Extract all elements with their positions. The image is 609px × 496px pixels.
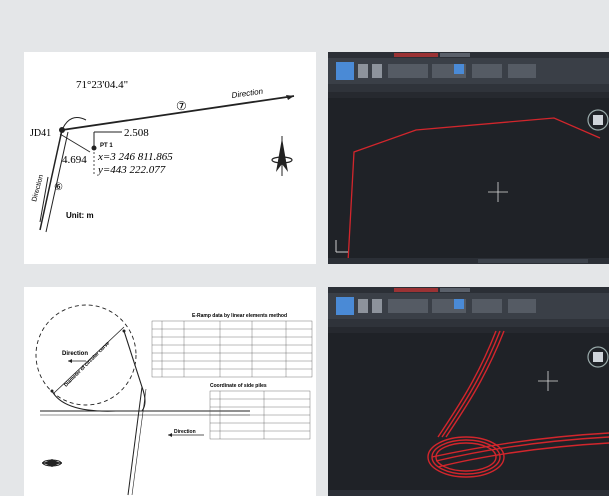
cad-screen-top	[328, 52, 609, 264]
cad-tab[interactable]	[440, 53, 470, 57]
circle-6-label: ⑥	[54, 182, 63, 193]
cad-ribbon-button-draw[interactable]	[336, 62, 354, 80]
cad-tab-active[interactable]	[394, 288, 438, 292]
cad-file-tabs	[328, 327, 609, 333]
cad-ribbon-group[interactable]	[472, 64, 502, 78]
cad-panel-bar	[328, 84, 609, 92]
unit-label: Unit: m	[66, 211, 94, 220]
side-piles-title: Coordinate of side piles	[210, 383, 267, 389]
survey-diagram: 71°23'04.4" ⑦ Direction JD41 2.508 PT 1 …	[30, 79, 295, 233]
direction-label-left: Direction	[31, 174, 45, 203]
ramp-diagram: Direction Direction Diameter of circular…	[35, 304, 313, 496]
cad-ribbon-button[interactable]	[372, 64, 382, 78]
ramp-data-table	[151, 320, 313, 378]
cad-window-bottom	[328, 287, 609, 496]
ramp-road	[127, 386, 143, 496]
cad-ribbon-group[interactable]	[508, 64, 536, 78]
cad-file-tabs	[328, 92, 609, 98]
cad-ribbon-group[interactable]	[508, 299, 536, 313]
table-title: E-Ramp data by linear elements method	[192, 313, 287, 319]
survey-diagram-panel: 71°23'04.4" ⑦ Direction JD41 2.508 PT 1 …	[24, 52, 316, 264]
cad-ribbon-group[interactable]	[388, 64, 428, 78]
direction-label-top: Direction	[231, 87, 264, 100]
cad-tab[interactable]	[440, 288, 470, 292]
viewcube-face[interactable]	[593, 352, 603, 362]
ramp-alignment	[51, 330, 146, 412]
pt-label: PT 1	[100, 143, 113, 149]
cad-ramp-drawing	[427, 330, 609, 478]
cad-status-bar	[328, 490, 609, 496]
cad-ribbon-button[interactable]	[358, 299, 368, 313]
cad-tab-active[interactable]	[394, 53, 438, 57]
arrowhead-direction-a	[68, 359, 72, 363]
north-arrow-icon	[271, 136, 293, 176]
angle-label: 71°23'04.4"	[76, 79, 128, 91]
curve-point	[50, 389, 54, 393]
distance-label: 4.694	[62, 154, 87, 166]
north-arrow-icon-2	[42, 459, 62, 467]
direction-label-a: Direction	[62, 351, 88, 357]
ramp-road-edge	[131, 388, 147, 496]
viewcube-face[interactable]	[593, 115, 603, 125]
cad-ribbon	[328, 58, 609, 84]
cad-ribbon-button-draw[interactable]	[336, 297, 354, 315]
curve-point	[122, 329, 126, 333]
cad-status-buttons[interactable]	[478, 259, 588, 263]
cad-ribbon-button[interactable]	[358, 64, 368, 78]
arrowhead-direction-b	[168, 433, 172, 437]
x-coordinate: x=3 246 811.865	[97, 151, 173, 163]
offset-label: 2.508	[124, 127, 149, 139]
cad-panel-bar	[328, 319, 609, 327]
jd-label: JD41	[30, 128, 51, 139]
cad-ribbon-button-blue[interactable]	[454, 64, 464, 74]
cad-screen-bottom	[328, 287, 609, 496]
y-coordinate: y=443 222.077	[97, 164, 166, 176]
side-piles-table	[209, 390, 311, 440]
ramp-diagram-panel: Direction Direction Diameter of circular…	[24, 287, 316, 496]
cad-ribbon-button-blue[interactable]	[454, 299, 464, 309]
cad-ribbon-button[interactable]	[372, 299, 382, 313]
curve-label: Diameter of circular curve	[63, 340, 111, 388]
jd41-point	[59, 127, 65, 133]
cad-ribbon	[328, 293, 609, 319]
cad-window-top	[328, 52, 609, 264]
cad-ribbon-group[interactable]	[388, 299, 428, 313]
cad-polyline	[347, 117, 601, 263]
circle-7-label: ⑦	[176, 99, 187, 113]
direction-label-b: Direction	[174, 429, 196, 435]
cad-ribbon-group[interactable]	[472, 299, 502, 313]
